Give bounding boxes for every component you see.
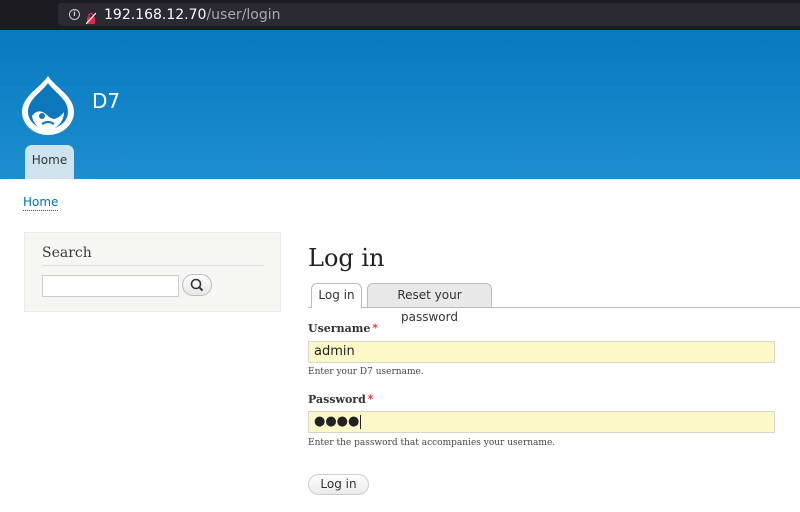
text-caret	[360, 414, 362, 429]
password-description: Enter the password that accompanies your…	[308, 438, 556, 448]
search-block-title: Search	[42, 245, 92, 261]
site-name[interactable]: D7	[92, 89, 120, 113]
insecure-lock-icon[interactable]	[85, 9, 97, 24]
password-masked-value: ●●●●	[314, 414, 360, 429]
sidebar-search-block: Search	[24, 232, 281, 312]
url-host: 192.168.12.70	[104, 6, 207, 23]
magnifier-icon	[190, 278, 204, 292]
site-header: D7 Home	[0, 30, 800, 179]
url-path: /user/login	[206, 6, 281, 23]
password-label: Password *	[308, 393, 373, 406]
search-block-divider	[42, 265, 264, 266]
drupal-logo-icon[interactable]	[20, 74, 76, 136]
username-value: admin	[314, 344, 355, 359]
url-text: 192.168.12.70/user/login	[104, 7, 281, 23]
site-info-icon[interactable]: i	[69, 9, 80, 20]
browser-toolbar: i 192.168.12.70/user/login	[0, 0, 800, 30]
address-bar[interactable]: i 192.168.12.70/user/login	[58, 3, 800, 26]
username-label: Username *	[308, 322, 378, 335]
password-required-marker: *	[367, 393, 374, 406]
tab-reset-password[interactable]: Reset your password	[367, 283, 492, 324]
log-in-submit-button[interactable]: Log in	[308, 474, 369, 495]
password-label-text: Password	[308, 393, 366, 406]
password-field[interactable]: ●●●●	[308, 411, 775, 433]
main-menu-home-tab[interactable]: Home	[25, 145, 74, 179]
tabs-baseline	[308, 307, 800, 308]
search-button[interactable]	[182, 274, 212, 296]
username-required-marker: *	[372, 322, 378, 335]
search-input[interactable]	[42, 275, 179, 297]
username-description: Enter your D7 username.	[308, 367, 424, 377]
username-field[interactable]: admin	[308, 341, 775, 363]
page-title: Log in	[308, 244, 385, 272]
username-label-text: Username	[308, 322, 371, 335]
tab-log-in[interactable]: Log in	[311, 283, 362, 308]
breadcrumb-home-link[interactable]: Home	[23, 195, 59, 211]
